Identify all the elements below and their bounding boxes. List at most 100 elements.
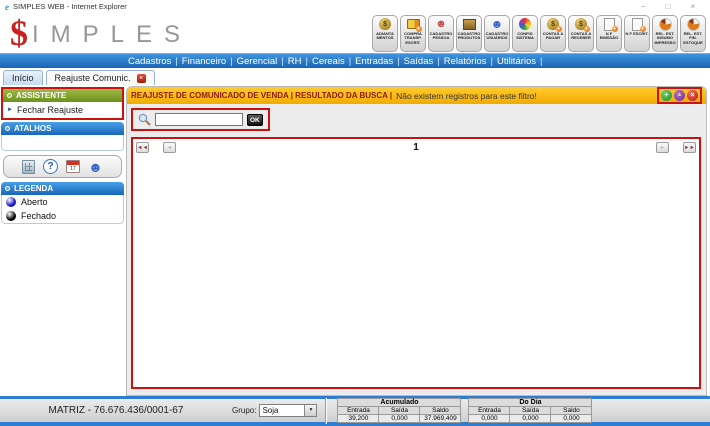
stat-col-header: Saldo	[420, 407, 460, 414]
money-bag-plus-icon: +	[575, 18, 588, 31]
assistente-title: ASSISTENTE	[16, 91, 66, 100]
toolbar-button-rel-est-insumo-impresso[interactable]: REL. EST. INSUMO IMPRESSO	[652, 15, 678, 52]
stat-value: 37.969,409	[420, 415, 460, 422]
panel-dot-icon	[7, 93, 12, 98]
pagination-prev-button[interactable]: ◄	[163, 142, 176, 153]
menu-item-gerencial[interactable]: Gerencial	[237, 56, 278, 67]
toolbar-button-label: REL. EST. FIN. ESTOQUE	[681, 32, 706, 46]
menu-item-utilitários[interactable]: Utilitários	[497, 56, 536, 67]
toolbar-button-compra-transp-escrit-[interactable]: +COMPRA TRANSP. ESCRIT.	[400, 15, 426, 52]
stat-col-header: Saída	[379, 407, 419, 414]
shortcut-icons-bar	[3, 155, 122, 178]
atalhos-title: ATALHOS	[14, 124, 51, 133]
menu-separator: |	[305, 56, 307, 67]
toolbar-button-contas-a-receber[interactable]: +CONTAS A RECEBER	[568, 15, 594, 52]
stat-value: 0,000	[469, 415, 509, 422]
panel-dot-icon	[5, 186, 10, 191]
tab-close-icon[interactable]: ×	[137, 74, 146, 83]
collapse-up-icon[interactable]: ▲	[674, 90, 685, 101]
pie-icon	[687, 18, 700, 31]
plus-badge-icon: +	[416, 26, 422, 32]
sidebar: ASSISTENTE ► Fechar Reajuste ATALHOS LEG…	[0, 85, 125, 396]
menu-separator: |	[491, 56, 493, 67]
menu-item-financeiro[interactable]: Financeiro	[182, 56, 226, 67]
toolbar-button-n-f-escrit-[interactable]: +N F ESCRIT.	[624, 15, 650, 52]
menu-item-saídas[interactable]: Saídas	[404, 56, 434, 67]
person-red-icon	[435, 18, 448, 31]
person-blue-icon	[491, 18, 504, 31]
plus-badge-icon: +	[584, 26, 590, 32]
pagination-first-button[interactable]: ◄◄	[136, 142, 149, 153]
legenda-header[interactable]: LEGENDA	[1, 182, 124, 195]
pagination-last-button[interactable]: ►►	[683, 142, 696, 153]
menu-item-entradas[interactable]: Entradas	[355, 56, 393, 67]
toolbar-button-cadastro-usu-rios[interactable]: CADASTRO USUÁRIOS	[484, 15, 510, 52]
money-bag-icon	[379, 18, 392, 31]
add-record-icon[interactable]: +	[661, 90, 672, 101]
pagination-next-button[interactable]: ►	[656, 142, 669, 153]
atalhos-header[interactable]: ATALHOS	[1, 122, 124, 135]
stat-col-header: Saldo	[551, 407, 591, 414]
legenda-title: LEGENDA	[14, 184, 53, 193]
search-box: OK	[131, 108, 270, 131]
menu-item-rh[interactable]: RH	[288, 56, 302, 67]
toolbar-button-label: REL. EST. INSUMO IMPRESSO	[653, 32, 678, 46]
legenda-body: AbertoFechado	[1, 195, 124, 224]
toolbar-button-n-f-emiss-o[interactable]: +N F EMISSÃO	[596, 15, 622, 52]
tab-reajuste-comunic[interactable]: Reajuste Comunic. ×	[46, 70, 155, 85]
calculator-icon[interactable]	[22, 160, 35, 174]
stat-table-title: Acumulado	[338, 399, 460, 406]
chevron-down-icon[interactable]: ▼	[304, 405, 316, 416]
legend-dot-icon	[6, 197, 16, 207]
toolbar-button-label: ADIANTA MENTOS	[373, 32, 398, 42]
user-icon[interactable]	[88, 159, 103, 174]
stat-table-title: Do Dia	[469, 399, 591, 406]
search-ok-button[interactable]: OK	[247, 114, 263, 126]
menu-separator: |	[397, 56, 399, 67]
close-panel-icon[interactable]: ×	[687, 90, 698, 101]
menu-bar: Cadastros|Financeiro|Gerencial|RH|Cereai…	[0, 53, 710, 68]
atalhos-body	[1, 135, 124, 151]
toolbar-button-contas-a-pagar[interactable]: +CONTAS A PAGAR	[540, 15, 566, 52]
help-icon[interactable]	[43, 159, 58, 174]
toolbar-button-rel-est-fin-estoque[interactable]: REL. EST. FIN. ESTOQUE	[680, 15, 706, 52]
toolbar-button-adianta-mentos[interactable]: ADIANTA MENTOS	[372, 15, 398, 52]
toolbar-button-cadastro-pessoa[interactable]: CADASTRO PESSOA	[428, 15, 454, 52]
toolbar-button-cadastro-produtos[interactable]: CADASTRO PRODUTOS	[456, 15, 482, 52]
grupo-value: Soja	[262, 406, 278, 415]
grupo-label: Grupo:	[232, 406, 256, 415]
search-input[interactable]	[155, 113, 243, 126]
legend-item-fechado: Fechado	[2, 209, 123, 223]
toolbar-button-label: CONTAS A RECEBER	[569, 32, 594, 42]
close-button[interactable]: ×	[690, 2, 695, 11]
toolbar-button-config-sistema[interactable]: CONFIG SISTEMA	[512, 15, 538, 52]
tab-reajuste-label: Reajuste Comunic.	[55, 73, 131, 83]
menu-item-cereais[interactable]: Cereais	[312, 56, 345, 67]
toolbar-button-label: CONTAS A PAGAR	[541, 32, 566, 42]
stat-col-header: Entrada	[338, 407, 378, 414]
logo-text: IMPLES	[32, 21, 192, 49]
sidebar-item-fechar-reajuste[interactable]: ► Fechar Reajuste	[3, 102, 122, 118]
fechar-reajuste-label: Fechar Reajuste	[17, 105, 83, 115]
assistente-header[interactable]: ASSISTENTE	[3, 89, 122, 102]
calendar-icon[interactable]	[66, 160, 80, 173]
tab-bar: Início Reajuste Comunic. ×	[0, 68, 710, 85]
maximize-button[interactable]: □	[665, 2, 670, 11]
search-row: OK	[127, 104, 706, 136]
menu-separator: |	[175, 56, 177, 67]
minimize-button[interactable]: –	[641, 2, 645, 11]
stat-value: 0,000	[379, 415, 419, 422]
grupo-select[interactable]: Soja ▼	[259, 404, 317, 417]
truck-plus-icon: +	[407, 18, 420, 31]
content-header-bar: REAJUSTE DE COMUNICADO DE VENDA | RESULT…	[127, 87, 706, 104]
quick-toolbar: ADIANTA MENTOS+COMPRA TRANSP. ESCRIT.CAD…	[372, 15, 710, 52]
menu-item-cadastros[interactable]: Cadastros	[128, 56, 171, 67]
internet-explorer-icon: e	[5, 2, 9, 12]
header-actions-box: + ▲ ×	[657, 87, 702, 104]
stat-value: 39,200	[338, 415, 378, 422]
stat-value: 0,000	[510, 415, 550, 422]
menu-item-relatórios[interactable]: Relatórios	[444, 56, 487, 67]
legend-item-aberto: Aberto	[2, 195, 123, 209]
window-titlebar: e SIMPLES WEB - Internet Explorer – □ ×	[0, 0, 710, 13]
tab-inicio[interactable]: Início	[3, 70, 43, 85]
